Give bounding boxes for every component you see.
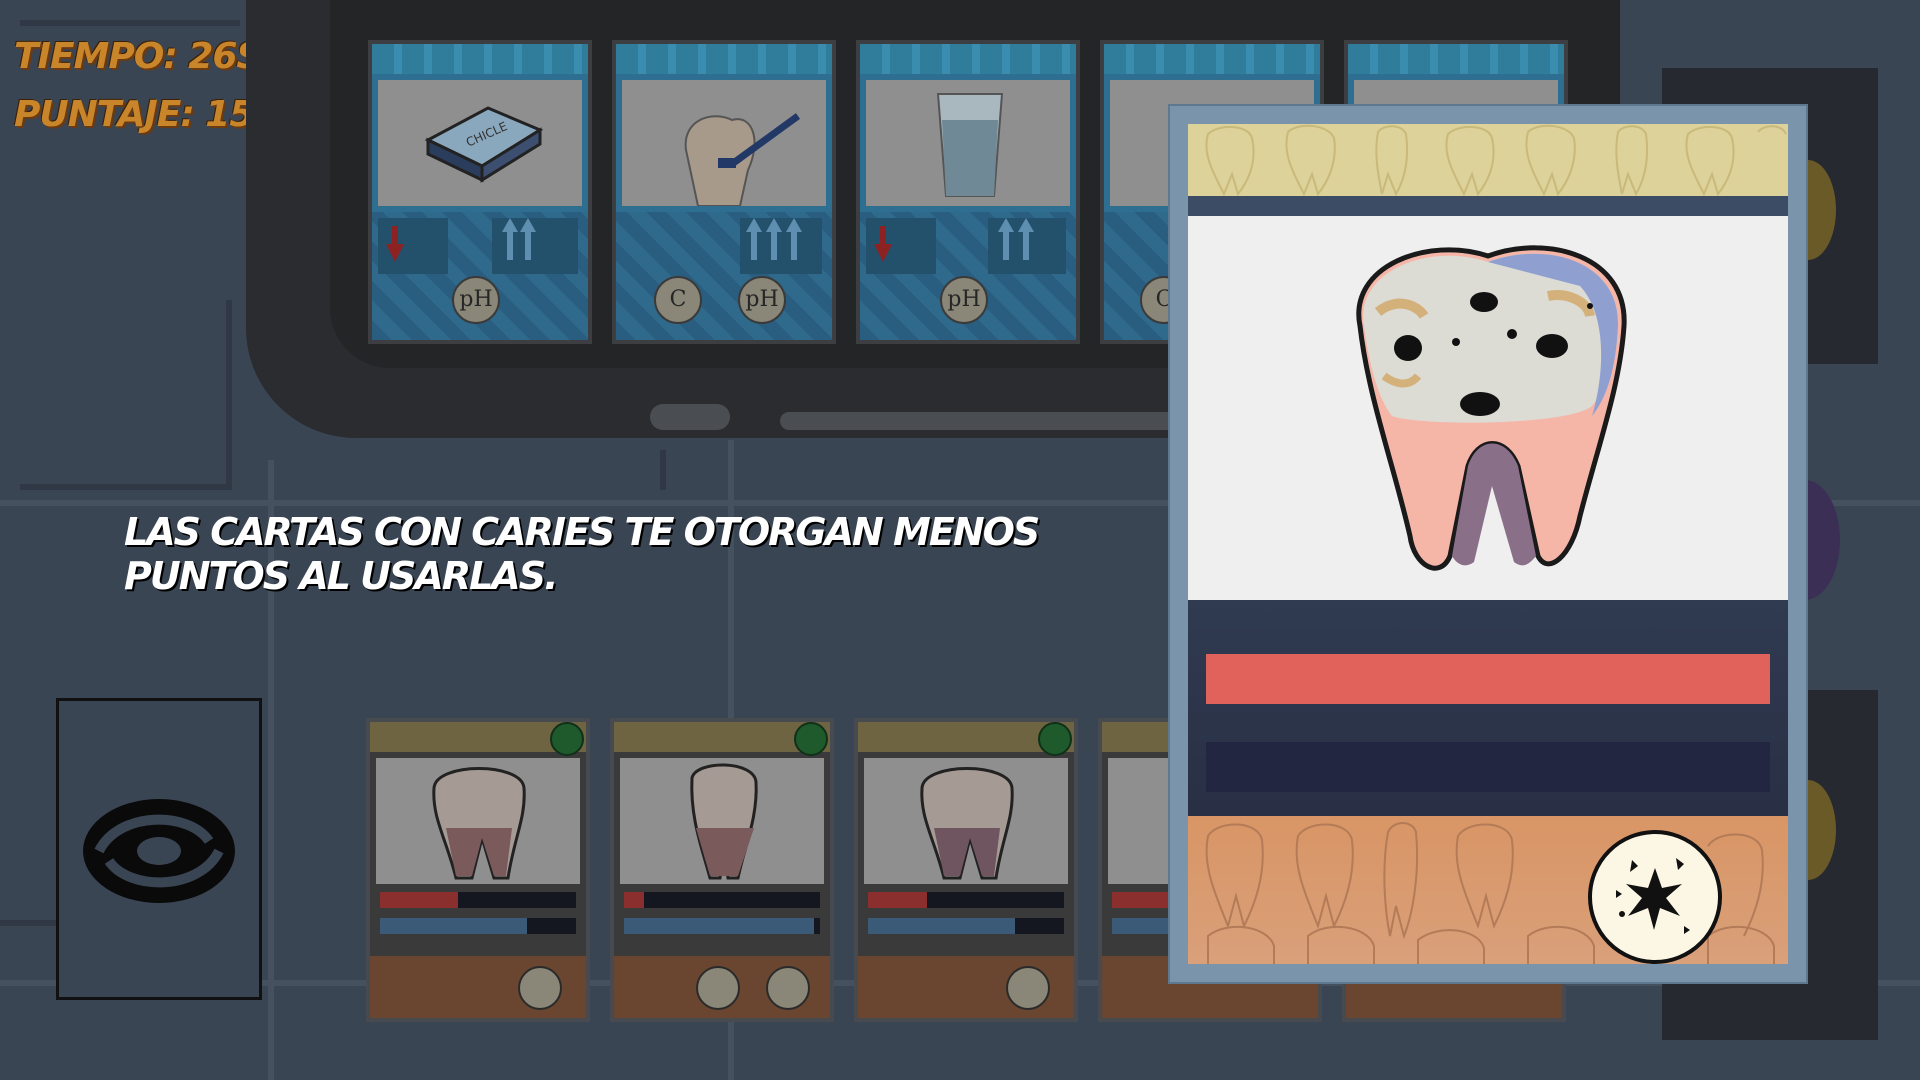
hand-red-bar — [380, 892, 459, 908]
hand-blue-bar — [380, 918, 527, 934]
claw-marks-icon — [696, 966, 740, 1010]
hand-card-molar-1[interactable] — [366, 718, 590, 1022]
hand-card-incisor[interactable] — [610, 718, 834, 1022]
caries-crack-icon — [1006, 966, 1050, 1010]
decayed-molar-icon — [1356, 245, 1627, 571]
tray-highlight — [780, 412, 1210, 430]
decayed-tooth-image — [1188, 216, 1788, 600]
selected-card-dark-bar — [1206, 742, 1770, 792]
hand-red-bar — [868, 892, 927, 908]
hand-red-bar — [624, 892, 644, 908]
draw-deck[interactable] — [56, 698, 262, 1000]
bg-grid-line — [660, 450, 666, 490]
ph-badge: pH — [452, 276, 500, 324]
hand-card-molar-2[interactable] — [854, 718, 1078, 1022]
tray-card-brush[interactable]: C pH — [612, 40, 836, 344]
card-top-band — [1188, 124, 1788, 196]
tooth-badge-icon — [1038, 722, 1072, 756]
tutorial-message: LAS CARTAS CON CARIES TE OTORGAN MENOS P… — [124, 510, 1040, 598]
selected-card-red-bar — [1206, 654, 1770, 704]
bg-grid-line — [20, 20, 240, 26]
hand-blue-bar — [624, 918, 815, 934]
tray-card-water[interactable]: pH — [856, 40, 1080, 344]
tooth-pattern — [1205, 124, 1787, 196]
tooth-badge-icon — [550, 722, 584, 756]
time-label: TIEMPO: 26S — [14, 36, 262, 77]
tooth-brush-icon — [684, 113, 801, 207]
caries-crack-icon — [518, 966, 562, 1010]
tooth-badge-icon — [794, 722, 828, 756]
bg-grid-line — [20, 484, 232, 490]
ph-badge: pH — [940, 276, 988, 324]
water-glass-icon — [936, 93, 1004, 197]
tray-card-chicle[interactable]: CHICLE pH — [368, 40, 592, 344]
selected-card-preview[interactable] — [1170, 106, 1806, 982]
incisor-icon — [690, 763, 758, 880]
gum-pack-icon: CHICLE — [424, 106, 544, 183]
molar-icon — [432, 767, 526, 880]
caries-crack-icon — [766, 966, 810, 1010]
hand-blue-bar — [868, 918, 1015, 934]
deck-swirl-icon — [83, 799, 235, 903]
molar-icon — [920, 767, 1014, 880]
card-bottom-band — [1188, 816, 1788, 964]
caries-crack-icon — [1588, 830, 1722, 964]
hand-red-bar — [1112, 892, 1171, 908]
tray-highlight — [650, 404, 730, 430]
c-badge: C — [654, 276, 702, 324]
ph-badge: pH — [738, 276, 786, 324]
bg-grid-line — [226, 300, 232, 490]
